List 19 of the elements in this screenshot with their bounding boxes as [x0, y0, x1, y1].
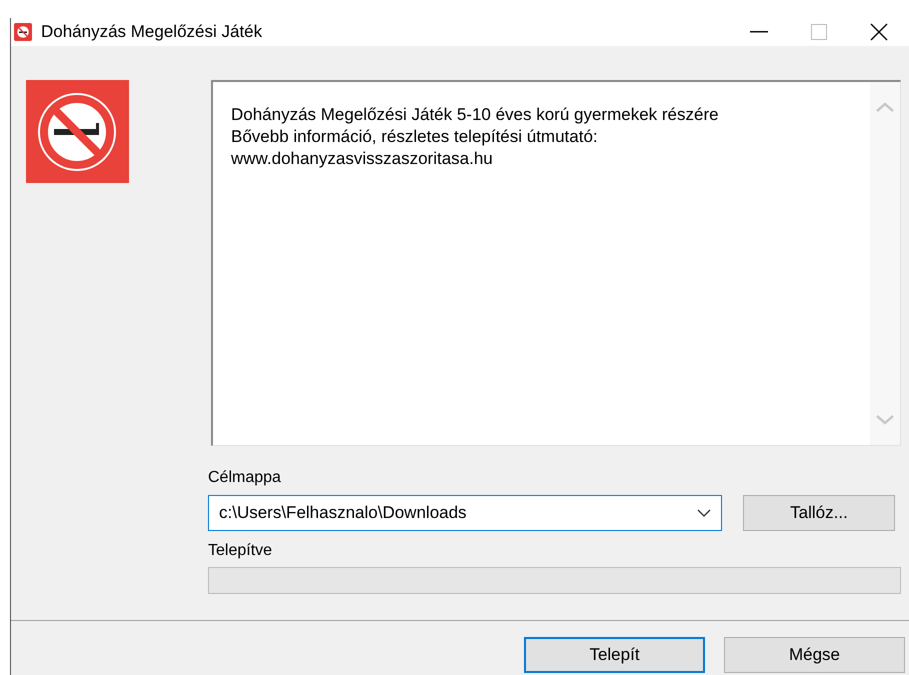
dropdown-caret-icon: [697, 509, 711, 517]
scroll-down-icon[interactable]: [876, 415, 894, 425]
info-text-line: Dohányzás Megelőzési Játék 5-10 éves korú gyermekek részére: [231, 104, 720, 126]
info-text-line: Bővebb információ, részletes telepítési útmutató:: [231, 126, 599, 148]
scroll-up-icon[interactable]: [876, 102, 894, 112]
dialog-button[interactable]: Mégse: [724, 637, 905, 673]
window-title: Dohányzás Megelőzési Játék: [41, 21, 262, 44]
dialog-button[interactable]: Telepít: [524, 637, 705, 673]
browse-button[interactable]: Tallóz...: [743, 495, 895, 531]
progress-label: Telepítve: [208, 541, 274, 561]
no-smoking-icon: [26, 80, 129, 183]
no-smoking-app-icon: [14, 23, 32, 41]
target-folder-label: Célmappa: [208, 468, 282, 488]
scrollbar[interactable]: [870, 82, 900, 445]
info-text-line: www.dohanyzasvisszaszoritasa.hu: [231, 148, 494, 170]
close-icon: [870, 23, 888, 41]
maximize-icon: [811, 24, 827, 40]
minimize-icon: [750, 31, 768, 33]
folder-combobox[interactable]: c:\Users\Felhasznalo\Downloads: [208, 495, 722, 531]
